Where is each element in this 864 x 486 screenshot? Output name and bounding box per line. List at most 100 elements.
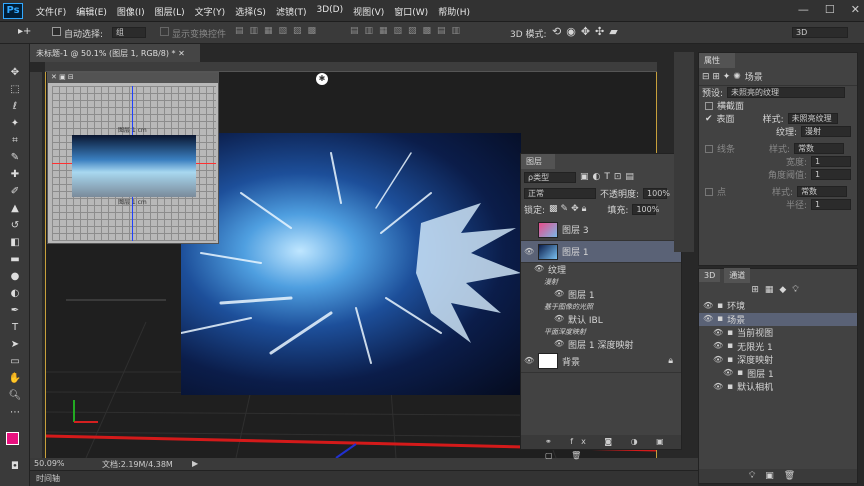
- type-icon[interactable]: T: [0, 319, 30, 336]
- lines-checkbox[interactable]: [705, 144, 713, 153]
- visibility-eye-icon[interactable]: 👁︎: [534, 264, 544, 274]
- close-icon[interactable]: ✕: [851, 3, 860, 16]
- history-brush-icon[interactable]: ↺: [0, 217, 30, 234]
- zoom-icon[interactable]: 🔍︎: [0, 387, 30, 404]
- scene-icons[interactable]: ⊟ ⊞ ✦ ✺: [702, 72, 741, 82]
- visibility-eye-icon[interactable]: 👁︎: [723, 368, 733, 378]
- menu-item[interactable]: 选择(S): [235, 5, 266, 18]
- layer-row[interactable]: 图层 3: [521, 219, 681, 241]
- layer-row[interactable]: 平面深度映射: [521, 326, 681, 339]
- timeline-label[interactable]: 时间轴: [36, 473, 60, 484]
- menu-item[interactable]: 文字(Y): [195, 5, 226, 18]
- menu-item[interactable]: 3D(D): [316, 5, 343, 18]
- visibility-eye-icon[interactable]: 👁︎: [713, 382, 723, 392]
- layer-row[interactable]: 👁︎ 图层 1: [521, 288, 681, 301]
- visibility-eye-icon[interactable]: 👁︎: [554, 314, 564, 324]
- visibility-eye-icon[interactable]: 👁︎: [524, 356, 534, 366]
- marquee-icon[interactable]: ⬚: [0, 81, 30, 98]
- zoom-level[interactable]: 50.09%: [34, 459, 65, 468]
- menu-item[interactable]: 帮助(H): [438, 5, 470, 18]
- surface-style-select[interactable]: 未照亮纹理: [787, 113, 838, 124]
- document-tab[interactable]: 未标题-1 @ 50.1% (图层 1, RGB/8) * ✕: [30, 44, 200, 62]
- more-tools-icon[interactable]: ⋯: [0, 404, 30, 421]
- menu-item[interactable]: 滤镜(T): [276, 5, 307, 18]
- 3d-scene-item[interactable]: 👁︎ ▪ 无限光 1: [699, 340, 857, 354]
- layer-row[interactable]: 👁︎ 背景 🔒︎: [521, 351, 681, 373]
- menu-item[interactable]: 图像(I): [117, 5, 145, 18]
- visibility-eye-icon[interactable]: 👁︎: [703, 301, 713, 311]
- 3d-scene-item[interactable]: 👁︎ ▪ 环境: [699, 299, 857, 313]
- visibility-eye-icon[interactable]: 👁︎: [703, 314, 713, 324]
- layer-row[interactable]: 👁︎ 默认 IBL: [521, 313, 681, 326]
- 3d-scene-item[interactable]: 👁︎ ▪ 场景: [699, 312, 857, 326]
- blend-mode-select[interactable]: 正常: [524, 187, 596, 199]
- layers-footer-icons[interactable]: ⚭ fx ◙ ◑ ▣ ▢ 🗑︎: [521, 435, 681, 460]
- path-select-icon[interactable]: ➤: [0, 336, 30, 353]
- eyedropper-icon[interactable]: ✎: [0, 149, 30, 166]
- points-checkbox[interactable]: [705, 187, 713, 196]
- 3d-filter-icons[interactable]: ⊞▦◆💡︎: [699, 281, 857, 299]
- preset-select[interactable]: 未照亮的纹理: [727, 87, 846, 98]
- visibility-eye-icon[interactable]: [524, 225, 534, 235]
- layer-kind-filter[interactable]: ρ类型: [524, 171, 576, 183]
- close-tab-icon[interactable]: ✕: [178, 49, 185, 58]
- texture-select[interactable]: 漫射: [801, 126, 851, 137]
- show-transform-checkbox[interactable]: [160, 27, 169, 36]
- dodge-icon[interactable]: ◐: [0, 285, 30, 302]
- pen-icon[interactable]: ✒: [0, 302, 30, 319]
- magic-wand-icon[interactable]: ✦: [0, 115, 30, 132]
- radius-input[interactable]: 1: [811, 199, 851, 210]
- panel-dock-icons[interactable]: [674, 52, 694, 252]
- gradient-icon[interactable]: ▬: [0, 251, 30, 268]
- filter-icons[interactable]: ▣◐T⊡▤: [580, 172, 638, 182]
- lines-width-input[interactable]: 1: [811, 156, 851, 167]
- menu-item[interactable]: 窗口(W): [394, 5, 428, 18]
- layer-row[interactable]: 漫射: [521, 276, 681, 289]
- auto-select-checkbox[interactable]: [52, 27, 61, 36]
- healing-icon[interactable]: ✚: [0, 166, 30, 183]
- 3d-tab[interactable]: 3D: [699, 268, 721, 282]
- 3d-footer-icons[interactable]: 💡︎▣🗑︎: [699, 469, 857, 483]
- minimize-icon[interactable]: —: [798, 3, 809, 16]
- blur-icon[interactable]: ●: [0, 268, 30, 285]
- fill-input[interactable]: 100%: [632, 203, 659, 215]
- lock-icons[interactable]: ▩✎✥🔒︎: [549, 204, 589, 214]
- 3d-scene-item[interactable]: 👁︎ ▪ 当前视图: [699, 326, 857, 340]
- auto-select-dropdown[interactable]: 组: [112, 27, 146, 38]
- points-style-select[interactable]: 常数: [797, 186, 848, 197]
- light-widget-icon[interactable]: ✱: [316, 73, 328, 85]
- menu-item[interactable]: 图层(L): [155, 5, 185, 18]
- crop-icon[interactable]: ⌗: [0, 132, 30, 149]
- opacity-input[interactable]: 100%: [643, 187, 670, 199]
- layer-row[interactable]: 👁︎ 纹理: [521, 263, 681, 276]
- layer-row[interactable]: 👁︎ 图层 1 深度映射: [521, 338, 681, 351]
- maximize-icon[interactable]: ☐: [825, 3, 835, 16]
- layer-row[interactable]: 基于图像的光照: [521, 301, 681, 314]
- menu-item[interactable]: 文件(F): [36, 5, 66, 18]
- lasso-icon[interactable]: ℓ: [0, 98, 30, 115]
- layers-tab[interactable]: 图层: [521, 154, 555, 169]
- layer-row[interactable]: 👁︎ 图层 1: [521, 241, 681, 263]
- shape-icon[interactable]: ▭: [0, 353, 30, 370]
- hand-icon[interactable]: ✋: [0, 370, 30, 387]
- brush-icon[interactable]: ✐: [0, 183, 30, 200]
- 3d-scene-item[interactable]: 👁︎ ▪ 默认相机: [699, 380, 857, 394]
- properties-tab[interactable]: 属性: [699, 53, 735, 68]
- visibility-eye-icon[interactable]: 👁︎: [524, 247, 534, 257]
- 3d-mode-icons[interactable]: ⟲◉✥✣▰: [552, 25, 623, 38]
- menu-item[interactable]: 视图(V): [353, 5, 384, 18]
- move-icon[interactable]: ✥: [0, 64, 30, 81]
- stamp-icon[interactable]: ▲: [0, 200, 30, 217]
- visibility-eye-icon[interactable]: 👁︎: [713, 355, 723, 365]
- visibility-eye-icon[interactable]: 👁︎: [554, 289, 564, 299]
- workspace-dropdown[interactable]: 3D: [792, 27, 848, 38]
- texture-preview-window[interactable]: ✕ ▣ ⊟ 图层 1 cm 图层 1 cm: [47, 72, 219, 244]
- lines-style-select[interactable]: 常数: [794, 143, 845, 154]
- foreground-color-swatch[interactable]: [6, 432, 19, 445]
- visibility-eye-icon[interactable]: 👁︎: [713, 341, 723, 351]
- visibility-eye-icon[interactable]: 👁︎: [713, 328, 723, 338]
- align-icons[interactable]: ▤▥▦▧▨▩: [235, 26, 322, 36]
- visibility-eye-icon[interactable]: 👁︎: [554, 339, 564, 349]
- quick-mask-icon[interactable]: ◘: [0, 458, 30, 475]
- status-arrow-icon[interactable]: ▶: [192, 459, 198, 468]
